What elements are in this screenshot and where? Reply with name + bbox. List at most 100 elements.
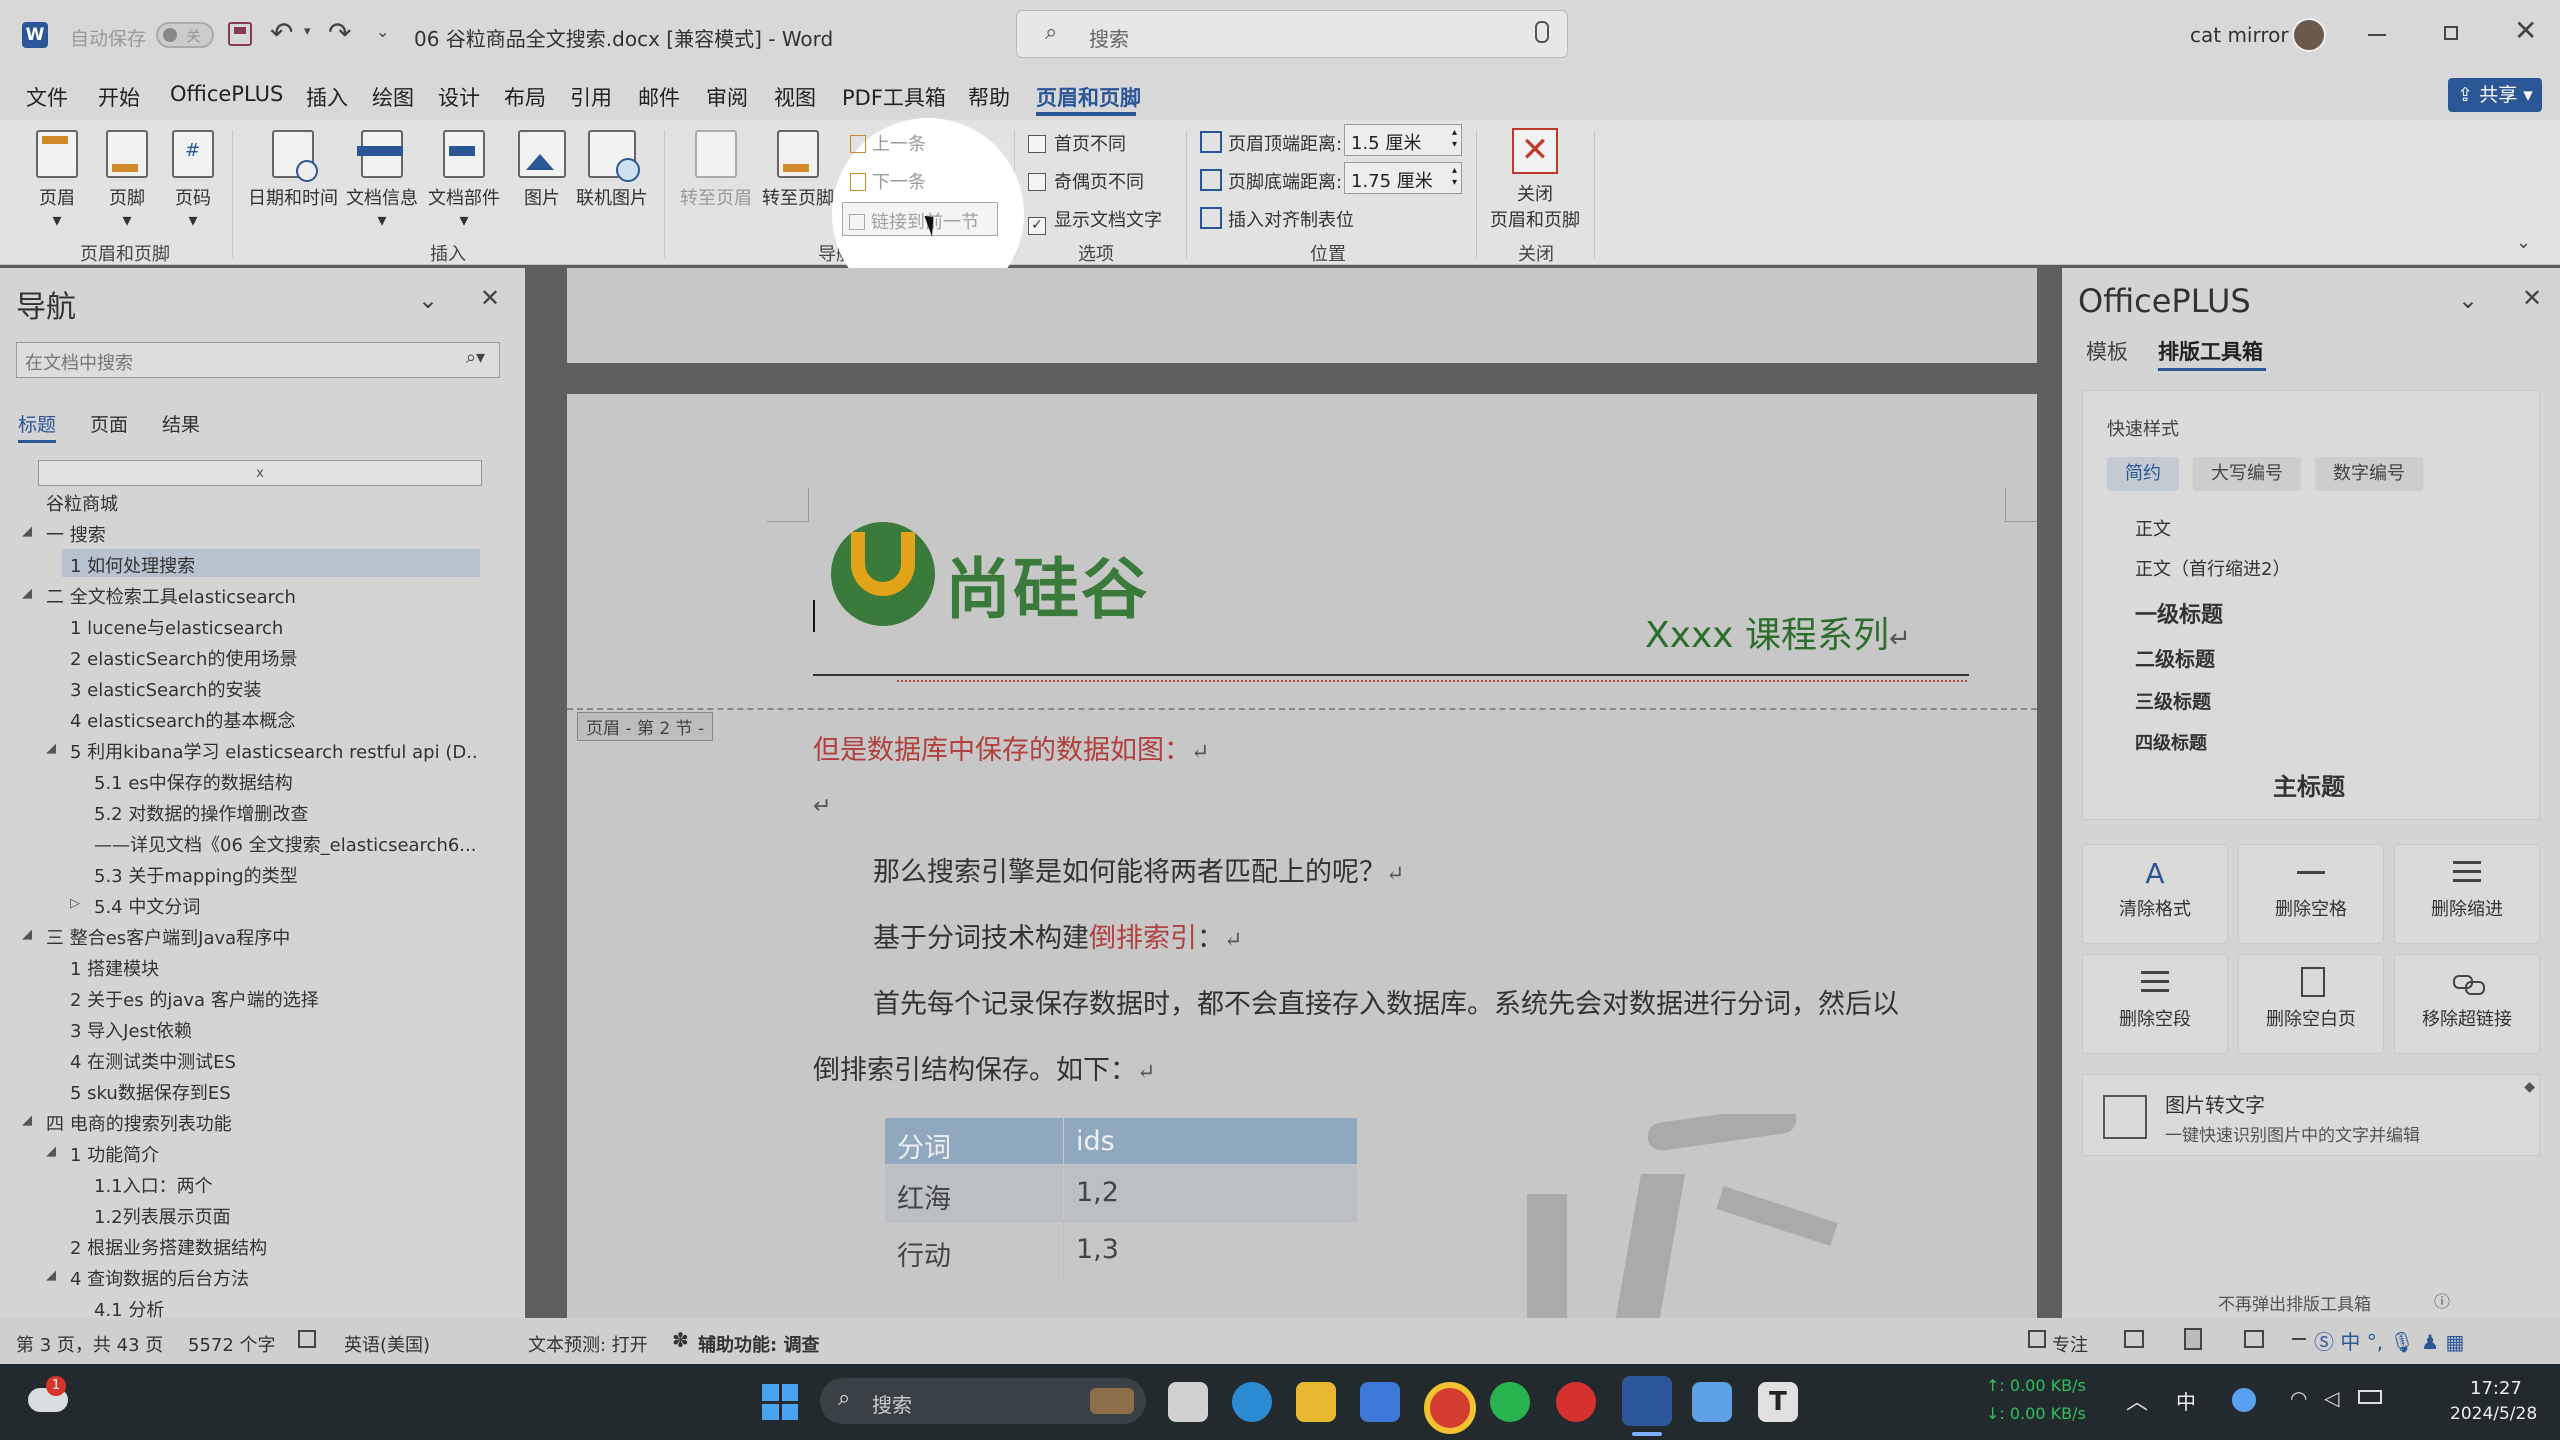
nav-heading-item[interactable]: 3 elasticSearch的安装 [70, 676, 261, 702]
tab-pdf-tools[interactable]: PDF工具箱 [842, 82, 946, 112]
nav-heading-item[interactable]: 3 导入Jest依赖 [70, 1017, 192, 1043]
tab-header-footer[interactable]: 页眉和页脚 [1036, 82, 1141, 112]
undo-dropdown-icon[interactable]: ▾ [304, 24, 311, 39]
style-heading-1[interactable]: 一级标题 [2135, 597, 2223, 629]
page-count[interactable]: 第 3 页，共 43 页 [16, 1331, 163, 1357]
minimize-icon[interactable] [2368, 34, 2386, 36]
text-prediction-status[interactable]: 文本预测: 打开 [528, 1331, 648, 1357]
datetime-button[interactable]: 日期和时间 [248, 130, 338, 210]
nav-options-icon[interactable]: ⌄ [418, 286, 438, 314]
wechat-icon[interactable] [1490, 1382, 1530, 1422]
tab-officeplus[interactable]: OfficePLUS [170, 82, 283, 106]
accessibility-status[interactable]: 辅助功能: 调查 [698, 1331, 819, 1357]
tab-file[interactable]: 文件 [26, 82, 68, 112]
search-icon[interactable]: ⌕▾ [466, 347, 485, 368]
nav-heading-item[interactable]: 2 elasticSearch的使用场景 [70, 645, 297, 671]
tab-mailings[interactable]: 邮件 [638, 82, 680, 112]
remove-spaces-button[interactable]: 删除空格 [2238, 844, 2384, 944]
mail-icon[interactable] [1360, 1382, 1400, 1422]
ime-logo-icon[interactable] [2232, 1388, 2256, 1412]
style-heading-4[interactable]: 四级标题 [2135, 729, 2207, 755]
goto-header-button[interactable]: 转至页眉 [680, 130, 752, 210]
tab-insert[interactable]: 插入 [306, 82, 348, 112]
collapse-arrow-icon[interactable]: ◢ [46, 1268, 56, 1283]
collapse-arrow-icon[interactable]: ◢ [46, 741, 56, 756]
show-document-text-checkbox[interactable]: ✓ 显示文档文字 [1028, 206, 1162, 235]
collapse-arrow-icon[interactable]: ◢ [22, 524, 32, 539]
nav-close-icon[interactable]: ✕ [480, 284, 500, 312]
next-button-highlight[interactable]: 下一条 [850, 168, 926, 194]
goto-footer-button[interactable]: 转至页脚 [762, 130, 834, 210]
start-button[interactable] [762, 1384, 798, 1420]
collapse-ribbon-icon[interactable]: ⌄ [2516, 232, 2531, 253]
clock-date[interactable]: 2024/5/28 [2450, 1404, 2537, 1424]
tab-layout[interactable]: 布局 [504, 82, 546, 112]
nav-heading-item[interactable]: 1.1入口：两个 [94, 1172, 213, 1198]
close-window-icon[interactable]: ✕ [2514, 14, 2537, 47]
web-layout-icon[interactable] [2244, 1330, 2264, 1348]
nav-heading-item[interactable]: 4 elasticsearch的基本概念 [70, 707, 295, 733]
online-picture-button[interactable]: 联机图片 [576, 130, 648, 210]
focus-mode[interactable]: 专注 [2052, 1331, 2088, 1357]
remove-empty-paragraphs-button[interactable]: 删除空段 [2082, 954, 2228, 1054]
collapse-arrow-icon[interactable]: ◢ [22, 586, 32, 601]
nav-heading-item[interactable]: 1 搭建模块 [70, 955, 159, 981]
picture-button[interactable]: 图片 [518, 130, 566, 210]
tab-review[interactable]: 审阅 [706, 82, 748, 112]
close-header-footer-button[interactable]: ✕ 关闭 页眉和页脚 [1490, 128, 1580, 232]
wifi-icon[interactable]: ◠ [2290, 1386, 2307, 1410]
restore-icon[interactable] [2444, 26, 2458, 40]
remove-blank-page-button[interactable]: 删除空白页 [2238, 954, 2384, 1054]
spinner-arrows[interactable]: ▴ ▾ [1452, 127, 1457, 151]
word-taskbar-icon[interactable] [1622, 1376, 1672, 1426]
edge-icon[interactable] [1232, 1382, 1272, 1422]
footer-bottom-spinner[interactable]: 1.75 厘米 ▴ ▾ [1344, 162, 1462, 194]
nav-search-input[interactable]: 在文档中搜索 ⌕▾ [16, 342, 500, 378]
read-mode-icon[interactable] [2124, 1330, 2144, 1348]
different-first-page-checkbox[interactable]: 首页不同 [1028, 130, 1126, 156]
nav-tab-headings[interactable]: 标题 [18, 410, 56, 437]
nav-heading-item[interactable]: 谷粒商城 [46, 490, 118, 516]
taskbar-search[interactable]: ⌕ 搜索 [820, 1378, 1146, 1424]
style-tab-simple[interactable]: 简约 [2107, 457, 2179, 491]
language-status[interactable]: 英语(美国) [344, 1331, 430, 1357]
nav-heading-item[interactable]: 三 整合es客户端到Java程序中 [46, 924, 290, 950]
dont-show-again-link[interactable]: 不再弹出排版工具箱 [2218, 1290, 2371, 1315]
print-layout-icon[interactable] [2184, 1328, 2202, 1350]
different-odd-even-checkbox[interactable]: 奇偶页不同 [1028, 168, 1144, 194]
share-button[interactable]: ⇪ 共享 ▾ [2448, 78, 2542, 112]
image-to-text-card[interactable]: 图片转文字 一键快速识别图片中的文字并编辑 ◆ [2082, 1074, 2540, 1156]
nav-heading-item[interactable]: 2 关于es 的java 客户端的选择 [70, 986, 319, 1012]
remove-hyperlinks-button[interactable]: 移除超链接 [2394, 954, 2540, 1054]
style-heading-3[interactable]: 三级标题 [2135, 687, 2211, 714]
title-search-box[interactable]: ⌕ 搜索 [1016, 10, 1568, 58]
typora-icon[interactable]: T [1758, 1382, 1798, 1422]
nav-heading-item[interactable]: 5 sku数据保存到ES [70, 1079, 231, 1105]
expand-arrow-icon[interactable]: ▷ [70, 896, 80, 911]
nav-heading-item[interactable]: 二 全文检索工具elasticsearch [46, 583, 296, 609]
nav-heading-item[interactable]: 4 在测试类中测试ES [70, 1048, 236, 1074]
style-body-indent[interactable]: 正文（首行缩进2） [2135, 555, 2290, 581]
task-view-icon[interactable] [1168, 1382, 1208, 1422]
style-heading-2[interactable]: 二级标题 [2135, 643, 2215, 672]
page-number-button[interactable]: # 页码 ▾ [172, 130, 214, 231]
previous-button-highlight[interactable]: 上一条 [850, 130, 926, 156]
redo-icon[interactable]: ↷ [328, 16, 351, 49]
header-top-spinner[interactable]: 1.5 厘米 ▴ ▾ [1344, 124, 1462, 156]
spinner-arrows[interactable]: ▴ ▾ [1452, 165, 1457, 189]
avatar[interactable] [2292, 18, 2326, 52]
style-tab-upper-numbering[interactable]: 大写编号 [2193, 457, 2301, 491]
tab-home[interactable]: 开始 [98, 82, 140, 112]
clock-time[interactable]: 17:27 [2470, 1378, 2522, 1399]
tab-templates[interactable]: 模板 [2086, 336, 2128, 366]
style-tab-digit-numbering[interactable]: 数字编号 [2315, 457, 2423, 491]
nav-heading-item[interactable]: 5 利用kibana学习 elasticsearch restful api (… [70, 738, 476, 764]
pane-close-icon[interactable]: ✕ [2522, 284, 2542, 312]
collapse-arrow-icon[interactable]: ◢ [46, 1144, 56, 1159]
collapse-arrow-icon[interactable]: ◢ [22, 1113, 32, 1128]
remove-indent-button[interactable]: 删除缩进 [2394, 844, 2540, 944]
autosave-toggle[interactable]: 关 [156, 22, 214, 48]
remote-app-icon[interactable] [1692, 1382, 1732, 1422]
docinfo-button[interactable]: 文档信息 ▾ [346, 130, 418, 231]
nav-heading-item[interactable]: 2 根据业务搭建数据结构 [70, 1234, 267, 1260]
